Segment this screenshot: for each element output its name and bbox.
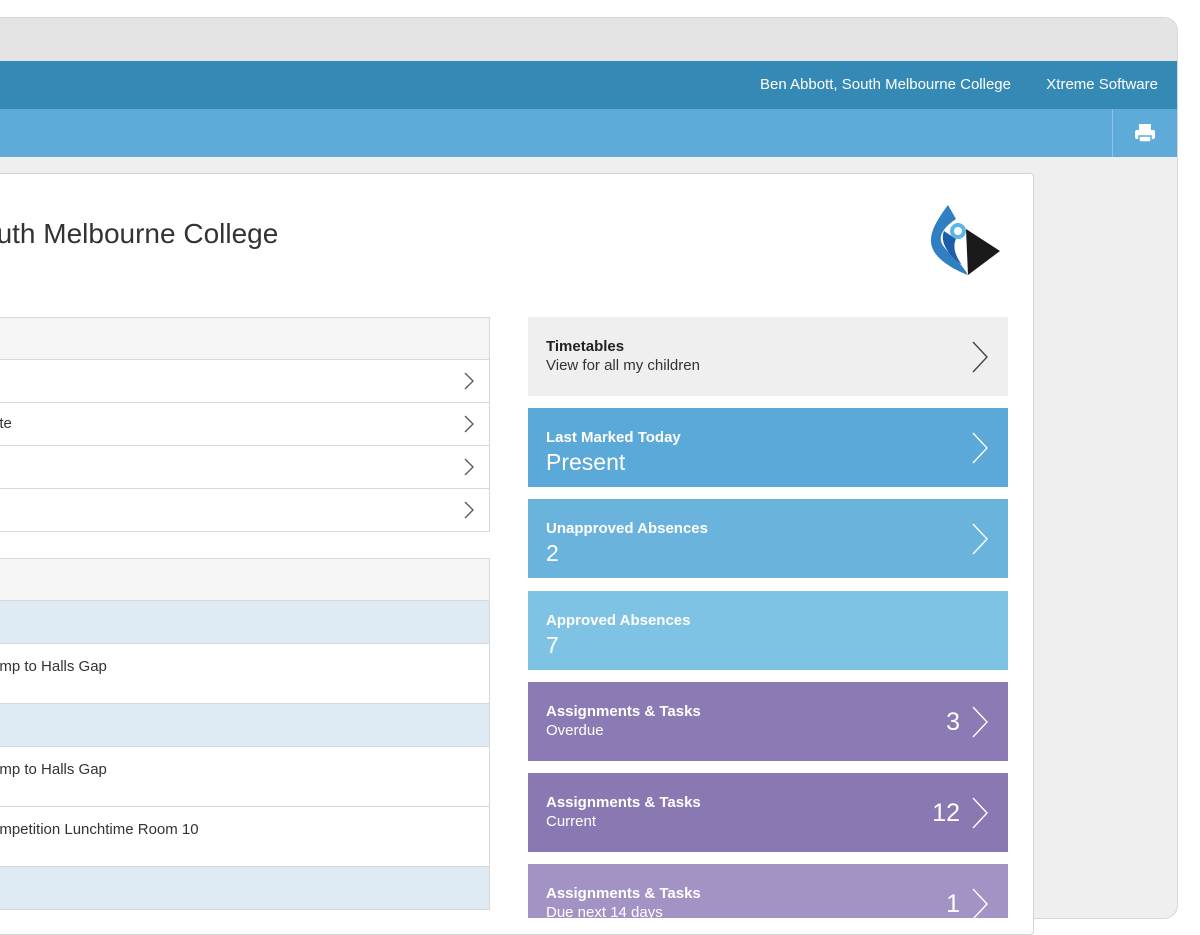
tile-subtitle: View for all my children bbox=[546, 357, 700, 374]
link-label: ate bbox=[0, 415, 12, 432]
event-label: ompetition Lunchtime Room 10 bbox=[0, 821, 199, 838]
event-label: amp to Halls Gap bbox=[0, 761, 107, 778]
chevron-right-icon bbox=[464, 372, 474, 390]
assignments-due-next-tile[interactable]: Assignments & Tasks Due next 14 days 1 bbox=[528, 864, 1008, 918]
printer-icon[interactable] bbox=[1133, 122, 1157, 144]
tile-subtitle: Due next 14 days bbox=[546, 904, 663, 918]
tile-title: Timetables bbox=[546, 338, 625, 355]
link-row[interactable] bbox=[0, 360, 490, 403]
user-name-link[interactable]: Ben Abbott, South Melbourne College bbox=[760, 76, 1011, 93]
chevron-right-icon bbox=[972, 341, 988, 373]
toolbar-divider bbox=[1112, 109, 1113, 157]
tile-title: Approved Absences bbox=[546, 612, 691, 629]
school-logo bbox=[930, 205, 1000, 275]
unapproved-absences-tile[interactable]: Unapproved Absences 2 bbox=[528, 499, 1008, 578]
event-date-row bbox=[0, 704, 490, 747]
chevron-right-icon bbox=[464, 501, 474, 519]
link-row[interactable]: ate bbox=[0, 403, 490, 446]
events-panel-header bbox=[0, 558, 490, 601]
event-date-row bbox=[0, 867, 490, 910]
links-panel: ate bbox=[0, 317, 490, 532]
tile-value: Present bbox=[546, 449, 626, 475]
chevron-right-icon bbox=[972, 432, 988, 464]
event-row[interactable]: amp to Halls Gap bbox=[0, 747, 490, 807]
approved-absences-tile: Approved Absences 7 bbox=[528, 591, 1008, 670]
link-row[interactable] bbox=[0, 489, 490, 532]
tile-value: 2 bbox=[546, 540, 559, 566]
event-date-row bbox=[0, 601, 490, 644]
links-panel-header bbox=[0, 317, 490, 360]
tile-count: 3 bbox=[946, 708, 960, 736]
toolbar bbox=[0, 109, 1177, 157]
event-row[interactable]: ompetition Lunchtime Room 10 bbox=[0, 807, 490, 867]
top-bar: Ben Abbott, South Melbourne College Xtre… bbox=[0, 61, 1177, 109]
tile-title: Assignments & Tasks bbox=[546, 885, 701, 902]
chevron-right-icon bbox=[972, 706, 988, 738]
timetables-tile[interactable]: Timetables View for all my children bbox=[528, 317, 1008, 396]
tile-subtitle: Overdue bbox=[546, 722, 604, 739]
chevron-right-icon bbox=[464, 458, 474, 476]
last-marked-tile[interactable]: Last Marked Today Present bbox=[528, 408, 1008, 487]
event-row[interactable]: amp to Halls Gap bbox=[0, 644, 490, 704]
chevron-right-icon bbox=[972, 797, 988, 829]
link-row[interactable] bbox=[0, 446, 490, 489]
chevron-right-icon bbox=[972, 523, 988, 555]
brand-link[interactable]: Xtreme Software bbox=[1046, 76, 1158, 93]
tile-title: Last Marked Today bbox=[546, 429, 681, 446]
assignments-overdue-tile[interactable]: Assignments & Tasks Overdue 3 bbox=[528, 682, 1008, 761]
chevron-right-icon bbox=[464, 415, 474, 433]
assignments-current-tile[interactable]: Assignments & Tasks Current 12 bbox=[528, 773, 1008, 852]
tile-title: Assignments & Tasks bbox=[546, 703, 701, 720]
events-panel: amp to Halls Gap amp to Halls Gap ompeti… bbox=[0, 558, 490, 918]
tile-count: 12 bbox=[932, 799, 960, 827]
chevron-right-icon bbox=[972, 888, 988, 918]
tile-title: Unapproved Absences bbox=[546, 520, 708, 537]
browser-chrome bbox=[0, 18, 1177, 61]
page-title: outh Melbourne College bbox=[0, 218, 279, 249]
tile-value: 7 bbox=[546, 632, 559, 658]
event-label: amp to Halls Gap bbox=[0, 658, 107, 675]
tile-count: 1 bbox=[946, 890, 960, 918]
